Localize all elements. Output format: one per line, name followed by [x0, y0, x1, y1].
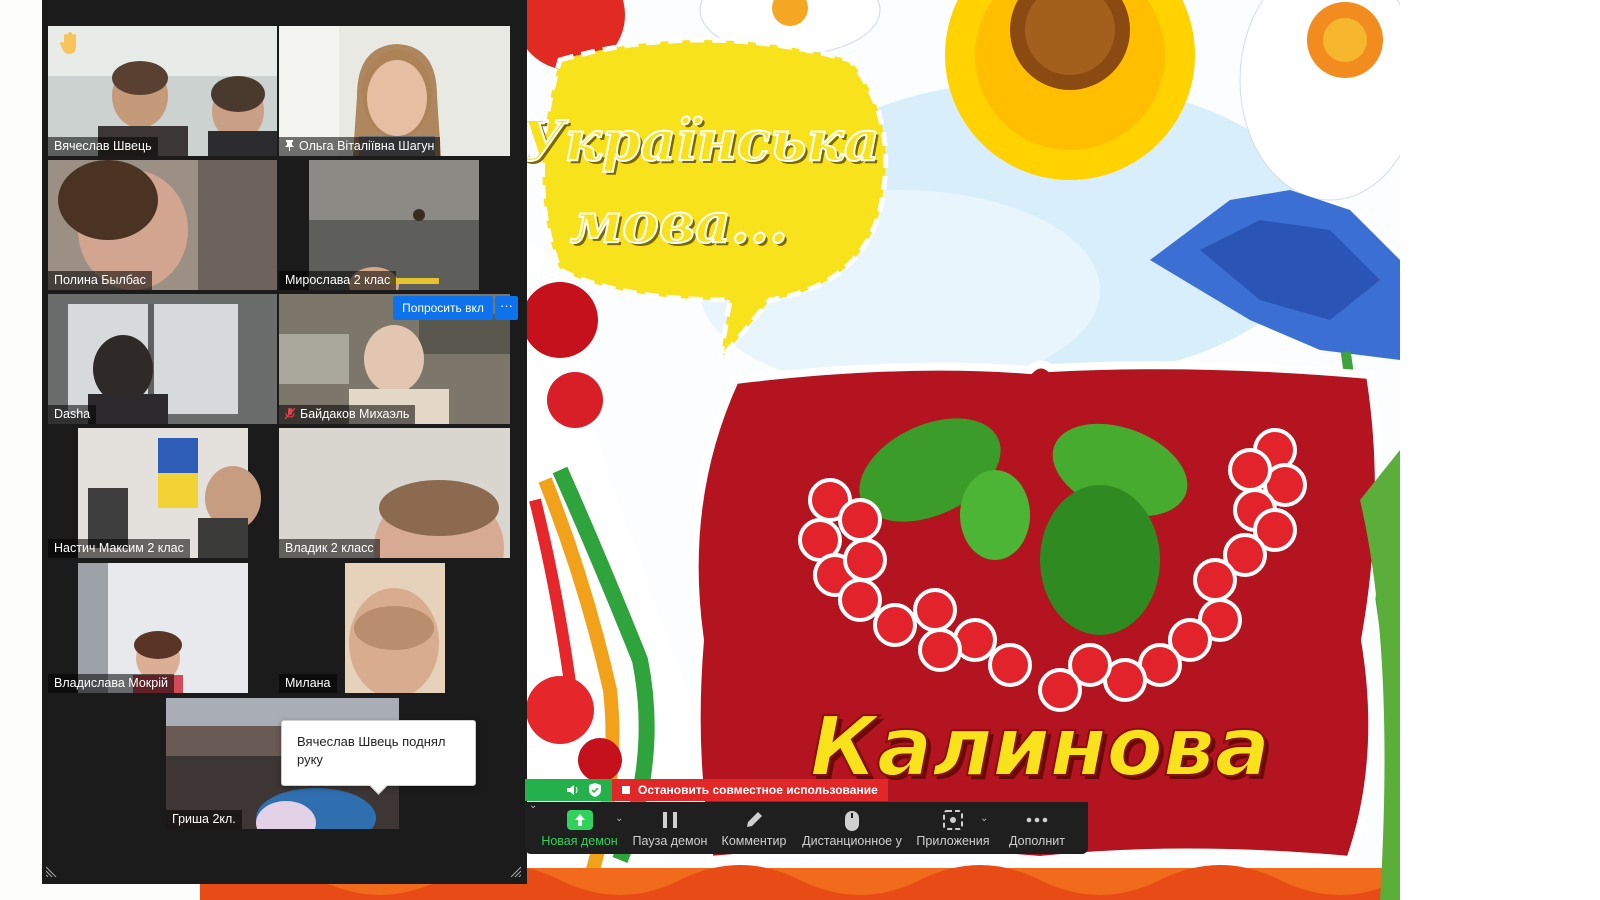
participant-tile-active-speaker[interactable]: Ольга Віталіївна Шагун — [279, 26, 510, 156]
participant-more-button[interactable]: ··· — [495, 296, 518, 320]
participant-name: Байдаков Михаэль — [279, 405, 416, 424]
pin-icon — [285, 140, 294, 151]
pause-share-button[interactable]: Пауза демон — [630, 802, 710, 854]
slide-heading-line2: мова... — [569, 189, 789, 256]
more-button[interactable]: Дополнит — [997, 802, 1077, 854]
participant-name: Dasha — [48, 405, 97, 424]
participant-name: Владислава Мокрій — [48, 674, 174, 693]
participant-tile[interactable]: Владик 2 класс — [279, 428, 510, 558]
participant-tile[interactable]: Вячеслав Швець — [48, 26, 277, 156]
sharing-status-strip — [525, 779, 612, 801]
chevron-down-icon[interactable]: ⌄ — [615, 813, 623, 824]
meeting-toolbar: ⌄ Новая демон ⌄ Пауза демон Комментир Ди… — [525, 800, 1088, 854]
participant-name: Настич Максим 2 клас — [48, 539, 190, 558]
resize-handle-icon[interactable] — [46, 865, 58, 877]
apps-icon — [943, 810, 963, 830]
participant-tile[interactable]: Милана — [279, 563, 510, 693]
shield-icon — [589, 783, 601, 797]
participant-name: Полина Былбас — [48, 271, 152, 290]
participant-tile[interactable]: Мирослава 2 клас — [279, 160, 510, 290]
participant-name: Владик 2 класс — [279, 539, 380, 558]
share-screen-icon — [566, 810, 593, 830]
participant-name: Милана — [279, 674, 337, 693]
ask-to-unmute-button[interactable]: Попросить вкл — [393, 296, 493, 320]
new-share-button[interactable]: Новая демон — [537, 802, 622, 854]
mic-muted-icon — [285, 408, 295, 420]
participant-tile[interactable]: Полина Былбас — [48, 160, 277, 290]
participant-name-text: Ольга Віталіївна Шагун — [299, 139, 435, 153]
pause-icon — [663, 812, 677, 828]
toolbar-label: Дистанционное у — [802, 834, 902, 848]
mouse-icon — [845, 811, 859, 831]
speaker-icon — [567, 785, 578, 795]
raise-hand-notification: Вячеслав Швець поднял руку — [281, 720, 476, 795]
slide-heading-line1: Українська — [519, 107, 881, 174]
chevron-down-icon[interactable]: ⌄ — [980, 813, 988, 824]
participant-name: Вячеслав Швець — [48, 137, 158, 156]
toolbar-label: Пауза демон — [632, 834, 708, 848]
stop-share-button[interactable]: Остановить совместное использование — [612, 779, 888, 801]
notification-text: Вячеслав Швець поднял руку — [297, 734, 446, 767]
participant-name: Мирослава 2 клас — [279, 271, 397, 290]
apps-button[interactable]: Приложения — [913, 802, 993, 854]
pen-icon — [747, 812, 762, 827]
participant-name: Гриша 2кл. — [166, 810, 242, 829]
more-icon — [1026, 817, 1048, 823]
participant-name: Ольга Віталіївна Шагун — [279, 137, 441, 156]
raised-hand-icon — [60, 32, 76, 54]
stop-share-label: Остановить совместное использование — [638, 783, 878, 797]
stop-icon — [622, 786, 630, 794]
toolbar-label: Новая демон — [541, 834, 618, 848]
participant-tile[interactable]: Владислава Мокрій — [48, 563, 277, 693]
toolbar-label: Дополнит — [1009, 834, 1065, 848]
resize-handle-icon[interactable] — [509, 865, 521, 877]
participant-tile[interactable]: Настич Максим 2 клас — [48, 428, 277, 558]
participant-name-text: Байдаков Михаэль — [300, 407, 410, 421]
toolbar-label: Комментир — [721, 834, 787, 848]
toolbar-label: Приложения — [916, 834, 990, 848]
annotate-button[interactable]: Комментир — [715, 802, 793, 854]
remote-control-button[interactable]: Дистанционное у — [797, 802, 907, 854]
participant-tile[interactable]: Dasha — [48, 294, 277, 424]
